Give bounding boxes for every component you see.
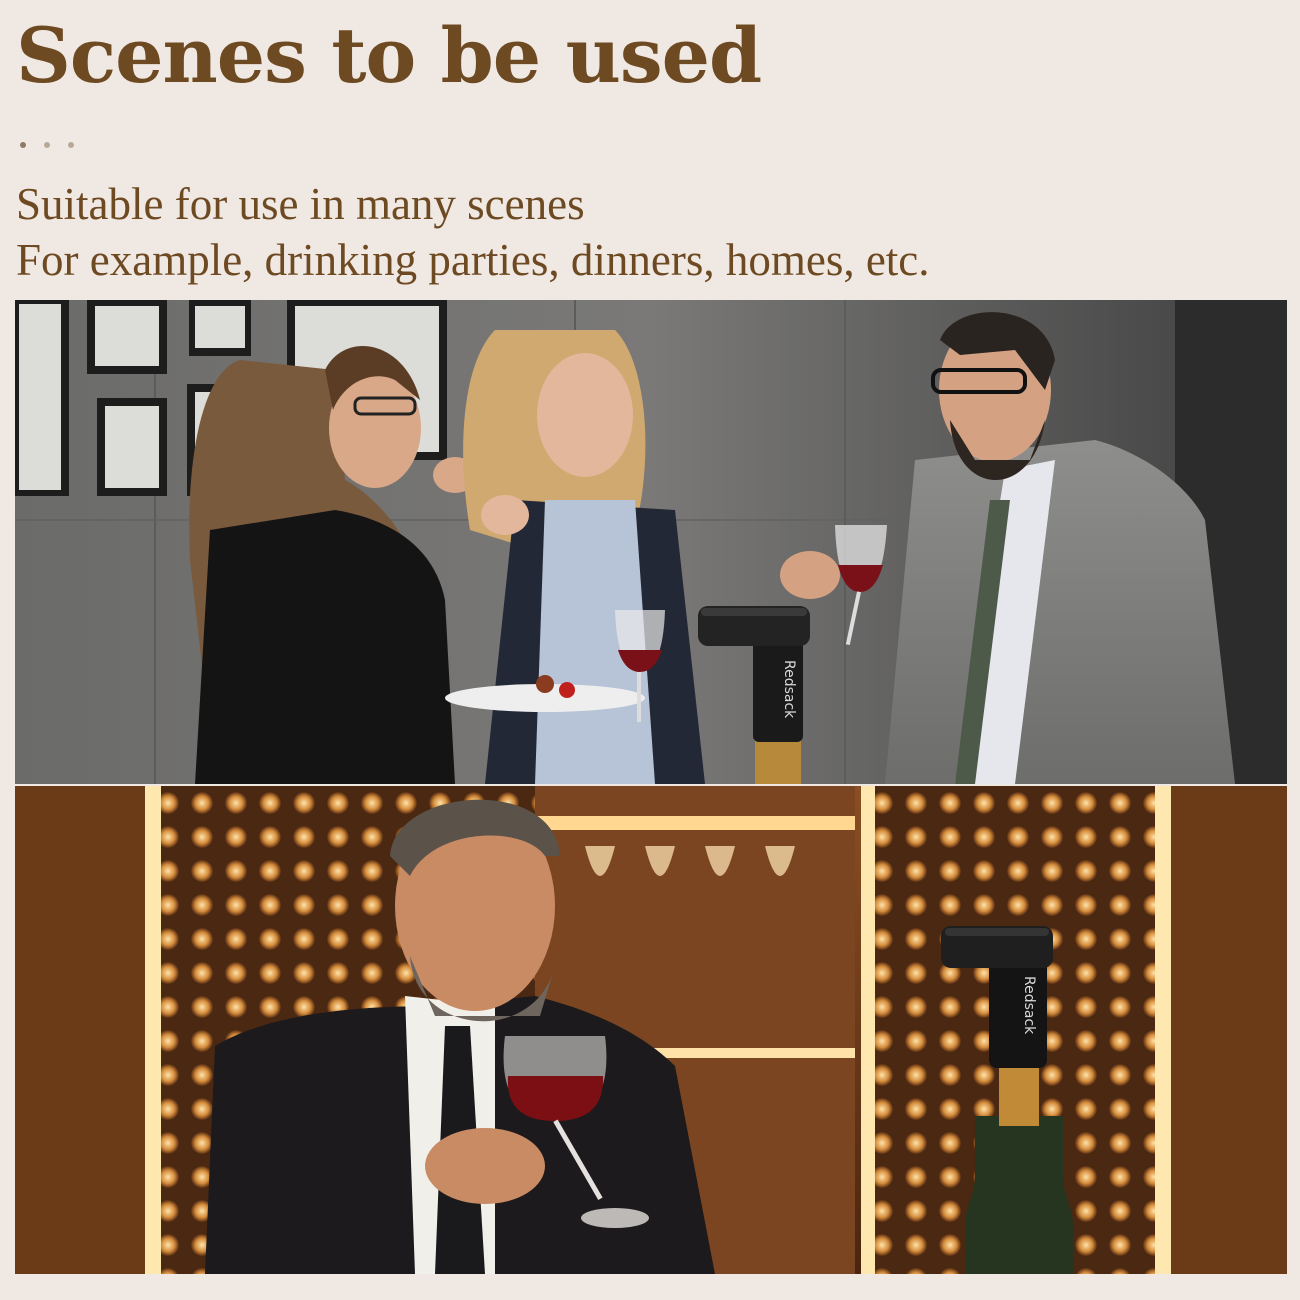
- description-line-2: For example, drinking parties, dinners, …: [16, 235, 930, 285]
- device-brand-label: Redsack: [1021, 976, 1037, 1035]
- dot-indicator: [44, 142, 50, 148]
- description-text: Suitable for use in many scenes For exam…: [16, 176, 930, 288]
- description-line-1: Suitable for use in many scenes: [16, 179, 585, 229]
- page-title: Scenes to be used: [16, 11, 762, 100]
- scene-photo-wine-cellar: Redsack: [15, 786, 1287, 1274]
- scene-photo-party: Redsack: [15, 300, 1287, 784]
- pagination-dots: [20, 142, 74, 148]
- dot-indicator: [68, 142, 74, 148]
- device-brand-label: Redsack: [781, 660, 797, 719]
- dot-indicator: [20, 142, 26, 148]
